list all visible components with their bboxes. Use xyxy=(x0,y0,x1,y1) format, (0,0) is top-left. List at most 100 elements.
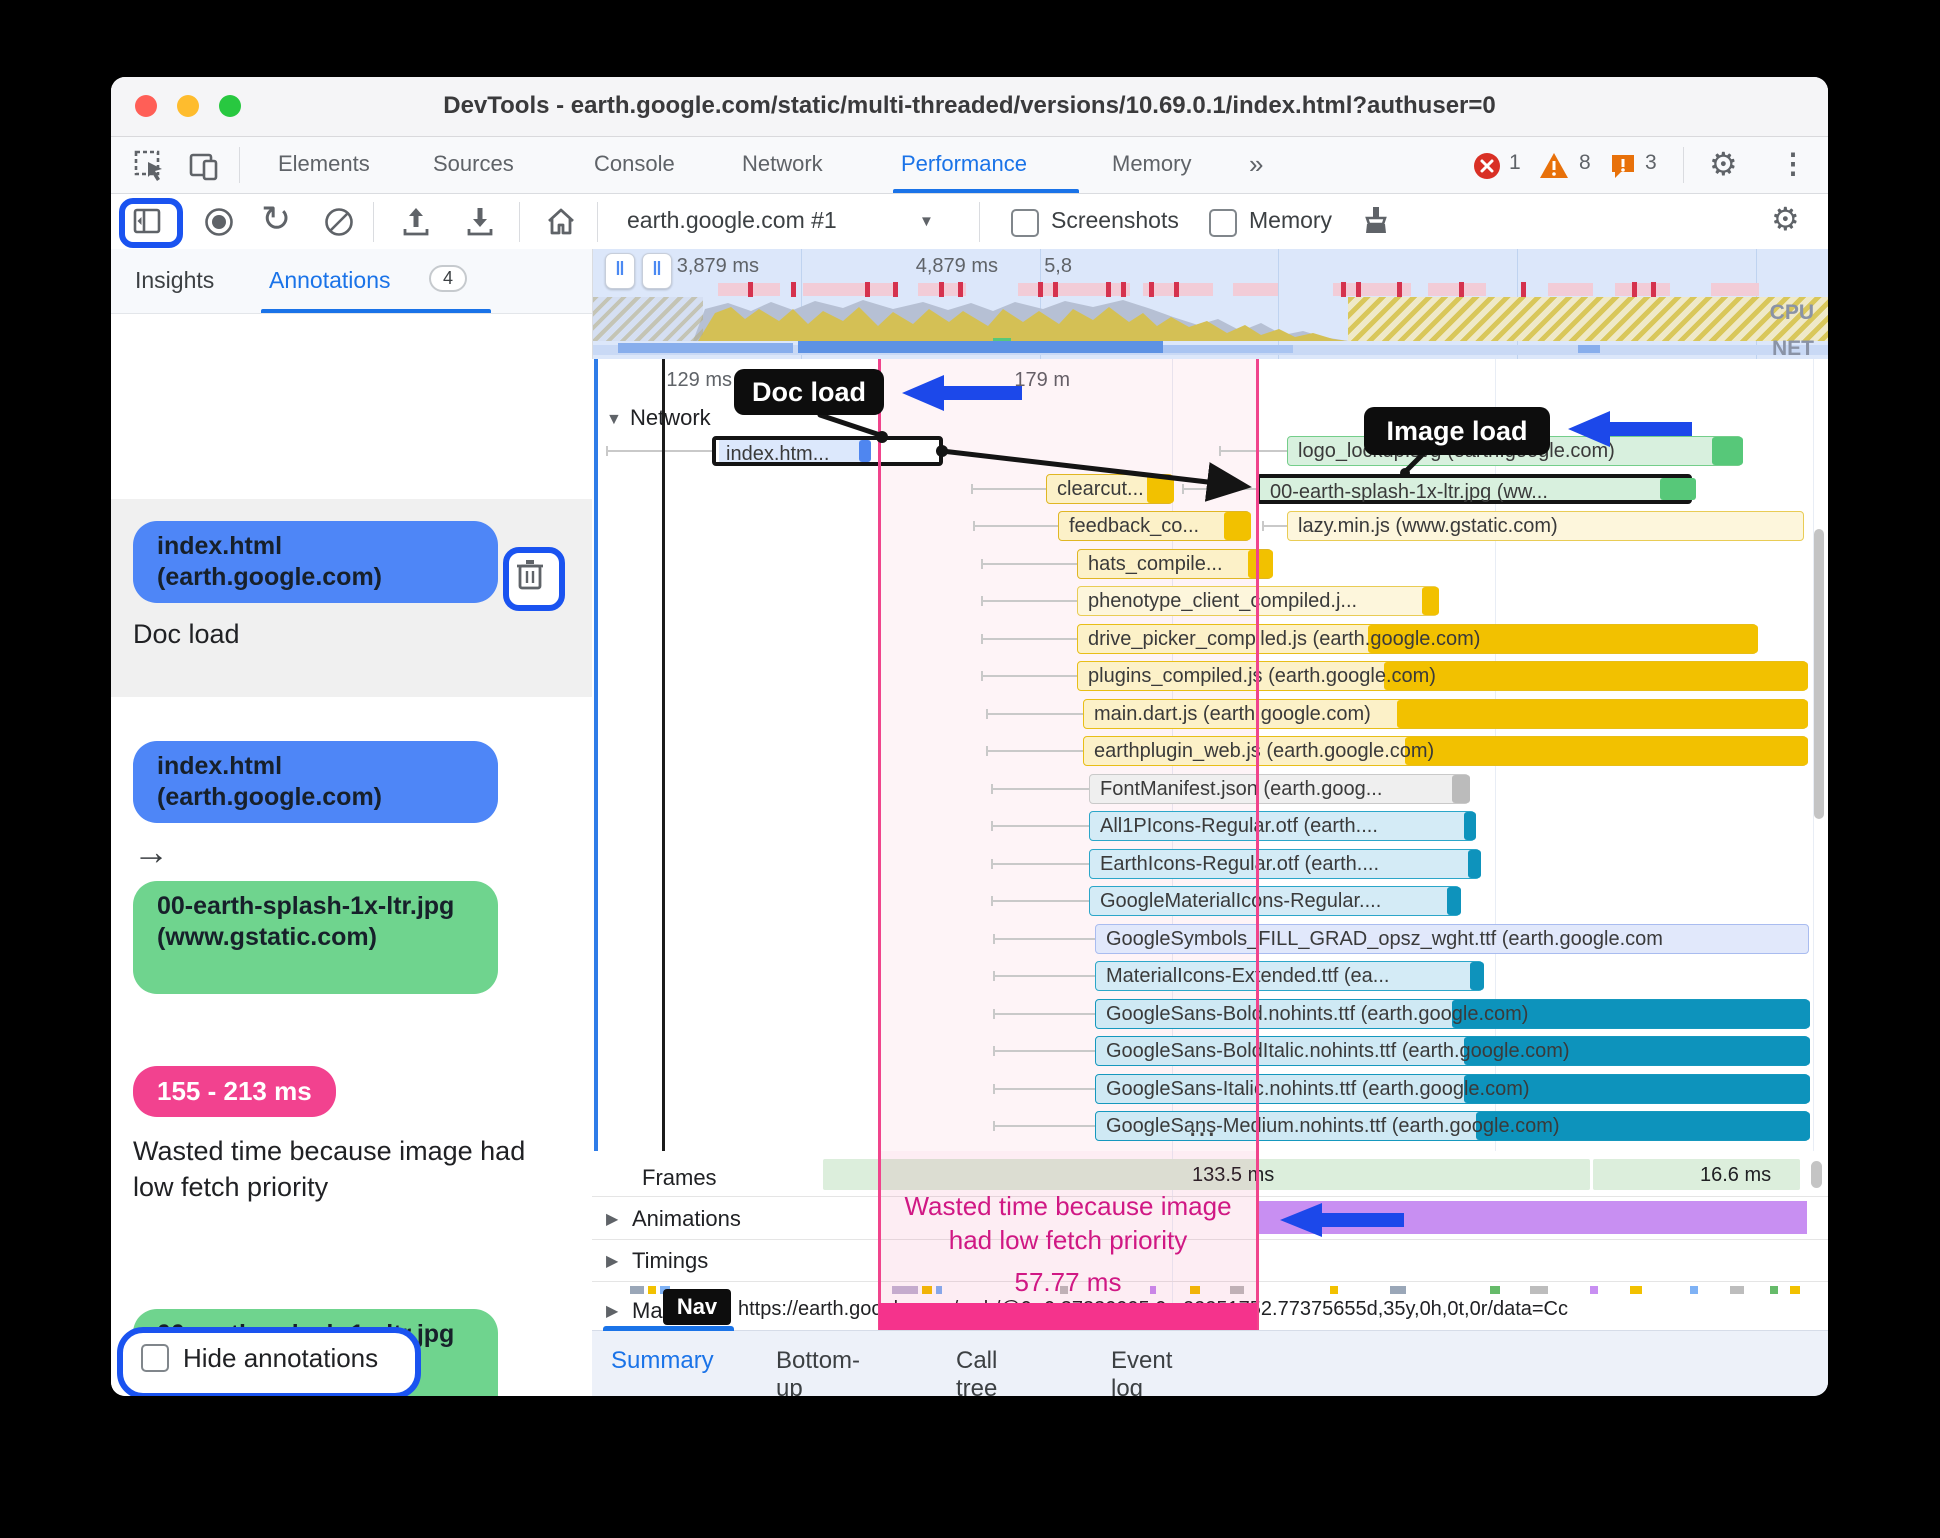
active-tab-underline xyxy=(893,189,1079,193)
devtools-tabbar: Elements Sources Console Network Performance… xyxy=(111,137,1828,194)
detail-tab-summary[interactable]: Summary xyxy=(611,1347,714,1375)
long-task-tick xyxy=(791,282,796,297)
long-task-tick xyxy=(1149,282,1154,297)
animations-expand-icon[interactable]: ▶ xyxy=(606,1209,618,1229)
home-icon[interactable] xyxy=(543,204,579,245)
memory-checkbox[interactable] xyxy=(1209,209,1237,237)
upload-profile-icon[interactable] xyxy=(399,205,433,244)
annotations-count-badge: 4 xyxy=(429,265,468,292)
capture-settings-gear-icon[interactable]: ⚙ xyxy=(1771,200,1800,238)
tab-performance[interactable]: Performance xyxy=(901,151,1027,177)
overview-tick-label: 3,879 ms xyxy=(676,255,759,277)
tab-insights[interactable]: Insights xyxy=(135,267,214,294)
waterfall-scrollbar[interactable] xyxy=(1814,529,1824,819)
overview-tick-label: 5,8 xyxy=(1044,255,1072,277)
reload-record-icon[interactable]: ↻ xyxy=(261,198,291,240)
trash-icon[interactable] xyxy=(515,557,545,596)
device-toolbar-icon[interactable] xyxy=(187,149,221,188)
annotation-card[interactable]: index.html (earth.google.com) → 00-earth-s… xyxy=(111,719,592,994)
window-handle-right[interactable]: ‖ xyxy=(642,253,672,289)
sidebar-tabs: Insights Annotations 4 xyxy=(111,249,592,314)
main-expand-icon[interactable]: ▶ xyxy=(606,1301,618,1321)
chevron-down-icon[interactable]: ▼ xyxy=(919,213,934,230)
record-icon[interactable] xyxy=(203,206,235,243)
tab-memory[interactable]: Memory xyxy=(1112,151,1191,177)
annotation-card[interactable]: index.html (earth.google.com) Doc load xyxy=(111,499,592,697)
tracks-scrollbar[interactable] xyxy=(1811,1161,1822,1188)
toggle-sidebar-icon[interactable] xyxy=(132,206,162,241)
network-waterfall[interactable]: 79 ms129 ms179 m ▼ Network index.htm...l… xyxy=(592,359,1828,1152)
tab-sources[interactable]: Sources xyxy=(433,151,514,177)
long-task-stripe xyxy=(1428,283,1486,296)
main-track-label: Ma xyxy=(632,1298,663,1323)
target-selector[interactable]: earth.google.com #1 xyxy=(627,207,837,234)
clear-icon[interactable] xyxy=(323,206,355,243)
net-label: NET xyxy=(1772,337,1814,360)
long-task-tick xyxy=(1632,282,1637,297)
garbage-collect-icon[interactable] xyxy=(1359,204,1393,243)
devtools-window: DevTools - earth.google.com/static/multi… xyxy=(111,77,1828,1396)
error-badge-icon[interactable] xyxy=(1473,152,1501,185)
long-task-tick xyxy=(1053,282,1058,297)
hide-annotations-label: Hide annotations xyxy=(183,1343,379,1373)
detail-tab-call-tree[interactable]: Call tree xyxy=(956,1347,997,1396)
cpu-hatch-left xyxy=(593,297,703,341)
net-segment xyxy=(1163,345,1293,353)
kebab-menu-icon[interactable]: ⋮ xyxy=(1779,147,1807,180)
long-task-tick xyxy=(1651,282,1656,297)
arrow-right-icon: → xyxy=(133,831,169,872)
annotation-description: Wasted time because image had low fetch … xyxy=(133,1136,526,1203)
cpu-estimate-hatch xyxy=(1348,297,1828,341)
cpu-label: CPU xyxy=(1769,301,1814,324)
annotation-connectors xyxy=(817,412,1429,502)
long-task-tick xyxy=(893,282,898,297)
divider xyxy=(373,202,374,242)
screenshots-checkbox[interactable] xyxy=(1011,209,1039,237)
frame-duration-short: 16.6 ms xyxy=(1700,1164,1772,1186)
lower-tracks: Frames 133.5 ms 16.6 ms ▶ Animations ▶ T… xyxy=(592,1151,1828,1330)
hide-annotations-checkbox[interactable] xyxy=(141,1344,169,1372)
blue-arrow-icon xyxy=(902,375,1022,411)
memory-label: Memory xyxy=(1249,207,1333,233)
divider xyxy=(519,202,520,242)
divider xyxy=(979,202,980,242)
issues-badge-icon[interactable] xyxy=(1609,152,1637,185)
wasted-time-duration: 57.77 ms xyxy=(1014,1267,1122,1297)
window-title: DevTools - earth.google.com/static/multi… xyxy=(443,92,1496,119)
error-count: 1 xyxy=(1509,151,1521,174)
image-load-annotation-label[interactable]: Image load xyxy=(1364,407,1550,455)
detail-tab-event-log[interactable]: Event log xyxy=(1111,1347,1172,1396)
timeline-overview[interactable]: 879 ms1,879 ms2,879 ms3,879 ms4,879 ms5,… xyxy=(593,249,1828,360)
more-tabs-icon[interactable]: » xyxy=(1249,149,1263,180)
long-task-stripe xyxy=(1233,283,1278,296)
long-task-stripe xyxy=(1711,283,1759,296)
annotation-pill-green: 00-earth-splash-1x-ltr.jpg (www.gstatic.… xyxy=(133,881,498,994)
issues-count: 3 xyxy=(1645,151,1657,174)
annotation-pill-blue: index.html (earth.google.com) xyxy=(133,521,498,603)
long-task-tick xyxy=(1356,282,1361,297)
tab-elements[interactable]: Elements xyxy=(278,151,370,177)
settings-gear-icon[interactable]: ⚙ xyxy=(1709,145,1738,183)
tab-annotations[interactable]: Annotations xyxy=(269,267,390,294)
blue-arrow-icon xyxy=(1568,411,1692,447)
detail-tab-bottom-up[interactable]: Bottom-up xyxy=(776,1347,860,1396)
net-segment xyxy=(618,343,793,353)
long-task-tick xyxy=(1038,282,1043,297)
warning-badge-icon[interactable] xyxy=(1539,152,1569,185)
window-handle-left[interactable]: ‖ xyxy=(605,253,635,289)
frames-track-label: Frames xyxy=(642,1165,717,1190)
tab-console[interactable]: Console xyxy=(594,151,675,177)
long-task-tick xyxy=(939,282,944,297)
network-resize-ellipsis[interactable]: ⋯ xyxy=(1188,1117,1218,1150)
long-task-stripe xyxy=(803,283,893,296)
inspect-element-icon[interactable] xyxy=(133,149,167,188)
annotation-card[interactable]: 155 - 213 ms Wasted time because image ha… xyxy=(111,1044,592,1254)
tab-network[interactable]: Network xyxy=(742,151,823,177)
wasted-time-text-line1: Wasted time because image xyxy=(904,1191,1232,1221)
timings-expand-icon[interactable]: ▶ xyxy=(606,1251,618,1271)
doc-load-annotation-label[interactable]: Doc load xyxy=(734,369,884,415)
download-profile-icon[interactable] xyxy=(463,205,497,244)
blue-arrow-icon xyxy=(1280,1203,1404,1237)
long-task-tick xyxy=(1521,282,1526,297)
animations-track-label: Animations xyxy=(632,1206,741,1231)
